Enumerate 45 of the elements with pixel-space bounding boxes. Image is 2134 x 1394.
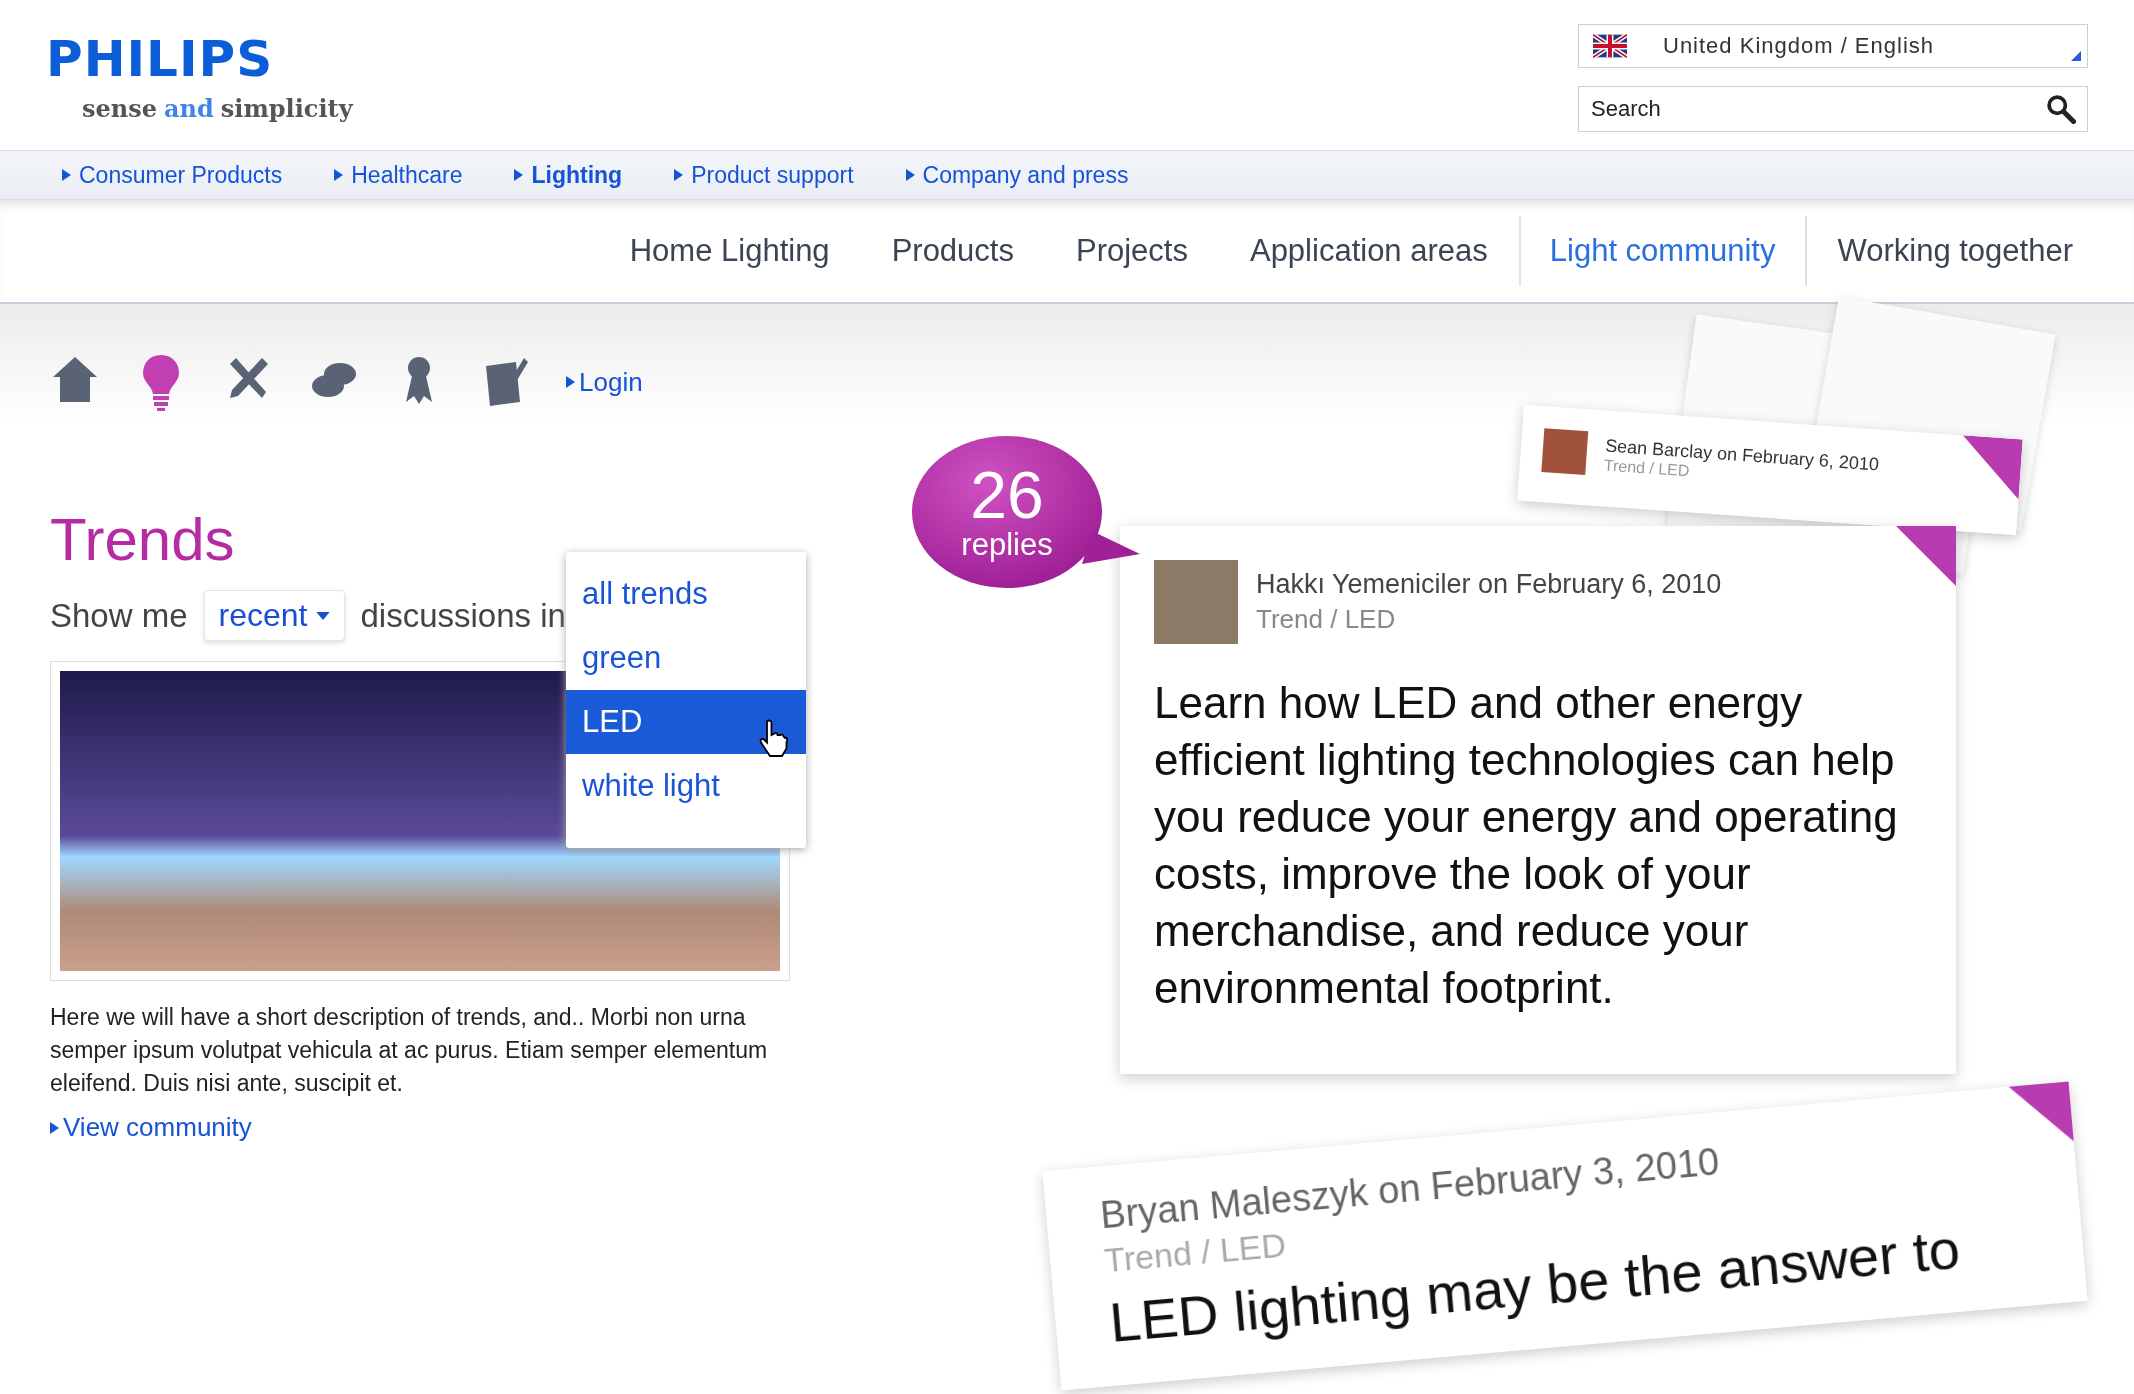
top-nav-link[interactable]: Product support bbox=[674, 161, 854, 189]
menu-item[interactable]: all trends bbox=[566, 562, 806, 626]
caret-icon bbox=[315, 611, 330, 620]
post-author: Hakkı Yemeniciler on February 6, 2010 bbox=[1256, 569, 1722, 600]
sort-dropdown[interactable]: recent bbox=[203, 590, 345, 641]
tagline: sense and simplicity bbox=[82, 94, 355, 123]
top-nav-link[interactable]: Consumer Products bbox=[62, 161, 283, 189]
search-field[interactable]: Search bbox=[1578, 86, 2088, 132]
top-nav-link[interactable]: Healthcare bbox=[334, 161, 463, 189]
section-title: Trends bbox=[50, 510, 236, 570]
locale-dropdown[interactable]: United Kingdom / English bbox=[1578, 24, 2088, 68]
filter-label: discussions in bbox=[360, 596, 566, 635]
login-link[interactable]: Login bbox=[579, 366, 643, 398]
logo-wordmark[interactable]: PHILIPS bbox=[46, 30, 360, 88]
main-nav-tab[interactable]: Light community bbox=[1518, 216, 1807, 286]
triangle-icon bbox=[905, 169, 915, 181]
top-nav-link[interactable]: Lighting bbox=[514, 161, 623, 189]
main-nav-tab[interactable]: Products bbox=[860, 216, 1045, 286]
hand-cursor-icon bbox=[758, 718, 788, 758]
search-icon[interactable] bbox=[2046, 94, 2076, 124]
triangle-icon bbox=[50, 1120, 59, 1135]
caret-icon bbox=[2071, 51, 2081, 61]
menu-item[interactable]: LED bbox=[566, 690, 806, 754]
avatar-placeholder bbox=[1541, 428, 1589, 476]
main-nav-tab[interactable]: Application areas bbox=[1218, 216, 1519, 286]
post-card[interactable] bbox=[1120, 526, 1956, 1074]
main-nav-tab[interactable]: Working together bbox=[1806, 216, 2104, 286]
triangle-icon bbox=[566, 375, 575, 389]
description-text: Here we will have a short description of trends, and.. Morbi non urna semper ipsum volutpat vehicula at ac purus. Etiam semper elementum eleifend. Duis nisi ante, suscipit et. bbox=[50, 1003, 769, 1098]
menu-item[interactable]: green bbox=[566, 626, 806, 690]
top-nav-link[interactable]: Company and press bbox=[905, 161, 1129, 189]
post-card[interactable]: Bryan Maleszyk on February 3, 2010 Trend / LED LED lighting may be the answer to bbox=[1042, 1081, 2088, 1391]
flag-icon bbox=[1593, 34, 1627, 58]
post-body: Learn how LED and other energy efficient lighting technologies can help you reduce your energy and operating costs, improve the look of your merchandise, and reduce your environmental footprint. bbox=[1154, 677, 1899, 1014]
triangle-icon bbox=[514, 169, 524, 181]
post-category: Trend / LED bbox=[1256, 604, 1397, 635]
triangle-icon bbox=[334, 169, 344, 181]
menu-item[interactable]: white light bbox=[566, 754, 806, 818]
filter-label: Show me bbox=[50, 596, 188, 635]
main-nav-tab[interactable]: Projects bbox=[1044, 216, 1219, 286]
view-community-link[interactable]: View community bbox=[63, 1112, 252, 1143]
triangle-icon bbox=[62, 169, 71, 181]
main-nav-tab[interactable]: Home Lighting bbox=[598, 216, 861, 286]
triangle-icon bbox=[674, 169, 684, 181]
corner-tab bbox=[1896, 526, 1956, 586]
